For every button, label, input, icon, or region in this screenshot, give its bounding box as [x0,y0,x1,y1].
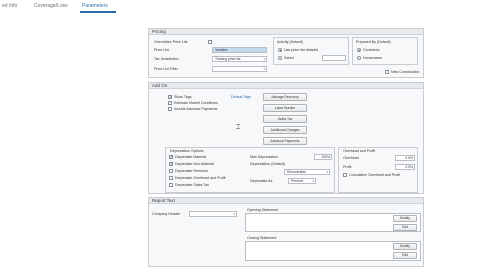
depreciate-material-checkbox[interactable] [169,154,173,159]
max-depreciation-input[interactable]: 100% [314,154,332,160]
new-construction-label: New Construction [391,70,420,74]
depreciate-removal-checkbox[interactable] [169,169,173,173]
overhead-profit-group: Overhead and Profit Overhead 0.0% Profit… [338,147,418,193]
depreciate-sales-tax-label: Depreciate Sales Tax [175,183,209,187]
depreciate-non-material-label: Depreciate Non-Material [175,162,214,166]
chevron-down-icon: ▾ [233,212,235,216]
overridden-price-list-label: Overridden Price List [154,40,188,44]
chevron-down-icon: ▾ [263,57,265,61]
activity-select-radio[interactable] [278,56,282,60]
activity-group: Activity (Default) Use price list defaul… [273,37,349,65]
depreciation-default-label: Depreciation (Default) [250,162,285,166]
new-construction-checkbox[interactable] [385,70,389,74]
depreciation-default-dropdown[interactable]: Recoverable ▾ [284,169,330,175]
overridden-price-list-checkbox[interactable] [208,40,212,44]
cumulative-op-checkbox[interactable] [343,173,347,177]
prepared-homeowner-radio[interactable] [357,56,361,60]
closing-modify-button[interactable]: Modify [393,243,417,250]
price-list-dropdown[interactable]: Yandere [212,47,267,53]
estimate-market-checkbox[interactable] [168,101,172,105]
add-on-panel: Add On Show Tags Estimate Market Conditi… [148,82,424,194]
additional-charges-button[interactable]: Additional Charges [263,126,307,134]
depreciate-non-material-checkbox[interactable] [169,161,173,166]
show-tags-label: Show Tags [174,95,192,99]
default-tags-link[interactable]: Default Tags [231,95,251,99]
max-depreciation-label: Max Depreciation [250,155,278,159]
depreciate-as-value: Percent [291,179,303,183]
prepared-contractor-radio[interactable] [357,48,361,52]
depreciate-removal-label: Depreciate Removal [175,169,208,173]
tab-parameters[interactable]: Parameters [82,3,108,9]
price-list-value: Yandere [215,48,228,52]
opening-statement-label: Opening Statement [247,208,278,212]
report-text-header: Report Text [149,198,423,204]
sales-tax-button[interactable]: Sales Tax [263,115,307,123]
tax-jurisdiction-dropdown[interactable]: Training price list ▾ [212,56,267,62]
chevron-down-icon: ▾ [312,179,314,183]
prepared-homeowner-label: Homeowner [363,56,383,60]
activity-title: Activity (Default) [277,40,304,44]
closing-statement-label: Closing Statement [247,236,277,240]
advance-payments-button[interactable]: Advance Payments [263,137,307,145]
profit-input[interactable]: 0.0% [395,164,415,170]
depreciation-default-value: Recoverable [287,170,307,174]
prepared-by-group: Prepared By (Default) Contractor Homeown… [352,37,418,65]
opening-modify-button[interactable]: Modify [393,215,417,222]
depreciate-material-label: Depreciate Material [175,155,207,159]
tax-jurisdiction-label: Tax Jurisdiction [154,57,179,61]
company-header-label: Company Header [152,212,181,216]
price-list-label: Price List [154,48,169,52]
active-tab-indicator [80,11,116,13]
overhead-label: Overhead [343,156,359,160]
depreciation-options-title: Depreciation Options [170,149,204,153]
include-advance-label: Include Advance Payments [174,107,218,111]
profit-label: Profit [343,165,352,169]
prepared-contractor-label: Contractor [363,48,380,52]
tab-coverage-loss[interactable]: Coverage/Loss [34,3,68,9]
include-advance-checkbox[interactable] [168,107,172,111]
activity-select-dropdown[interactable] [322,55,346,61]
mouse-cursor-icon: ⌶ [236,124,241,131]
prepared-by-title: Prepared By (Default) [356,40,391,44]
tab-bar: ed Info Coverage/Loss Parameters [0,0,480,14]
depreciate-sales-tax-checkbox[interactable] [169,183,173,187]
cumulative-op-label: Cumulative Overhead and Profit [349,173,401,177]
depreciate-overhead-profit-checkbox[interactable] [169,176,173,180]
chevron-down-icon: ▾ [263,67,265,71]
depreciate-overhead-profit-label: Depreciate Overhead and Profit [175,176,226,180]
pricing-header: Pricing [149,29,423,35]
depreciate-as-dropdown[interactable]: Percent ▾ [288,178,316,184]
depreciate-as-label: Depreciate As [250,179,273,183]
opening-edit-button[interactable]: Edit [393,224,417,231]
chevron-down-icon: ▾ [326,170,328,174]
price-list-filter-label: Price List Filter [154,67,178,71]
company-header-dropdown[interactable]: ▾ [189,211,237,217]
tab-insured-info[interactable]: ed Info [2,3,17,9]
activity-select-label: Select [284,56,294,60]
activity-use-defaults-label: Use price list defaults [284,48,319,52]
labor-burden-button[interactable]: Labor Burden [263,104,307,112]
depreciation-options-group: Depreciation Options Depreciate Material… [165,147,335,193]
add-on-header: Add On [149,83,423,89]
closing-edit-button[interactable]: Edit [393,252,417,259]
overhead-input[interactable]: 0.0% [395,155,415,161]
price-list-filter-dropdown[interactable]: ▾ [212,66,267,72]
estimate-market-label: Estimate Market Conditions [174,101,218,105]
salvage-recovery-button[interactable]: Salvage Recovery [263,93,307,101]
tax-jurisdiction-value: Training price list [215,57,241,61]
activity-use-defaults-radio[interactable] [278,48,282,52]
report-text-panel: Report Text Company Header ▾ Opening Sta… [148,197,424,267]
show-tags-checkbox[interactable] [168,94,172,99]
overhead-profit-title: Overhead and Profit [343,149,376,153]
pricing-panel: Pricing Overridden Price List Price List… [148,28,424,78]
